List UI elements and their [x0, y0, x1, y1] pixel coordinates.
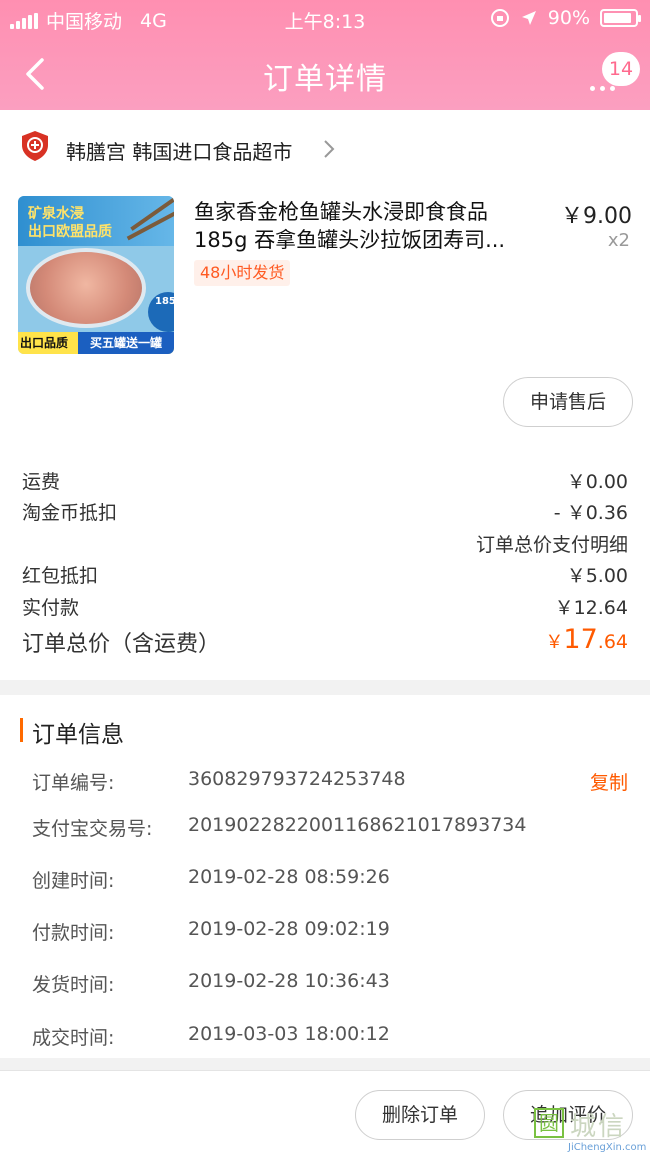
summary-label: 红包抵扣	[22, 565, 99, 587]
info-value: 2019022822001168621017893734	[188, 814, 527, 836]
nav-bar: 订单详情 14	[0, 38, 650, 110]
product-title-line1: 鱼家香金枪鱼罐头水浸即食食品	[194, 200, 488, 224]
info-key: 付款时间:	[32, 922, 115, 944]
status-bar: 中国移动 4G 上午8:13 90%	[0, 0, 650, 38]
image-weight: 185g	[155, 296, 174, 307]
delete-order-button[interactable]: 删除订单	[355, 1090, 485, 1140]
status-right: 90%	[490, 7, 641, 29]
total-currency: ￥	[545, 632, 564, 653]
location-icon	[521, 11, 536, 25]
shield-company-icon	[22, 131, 48, 161]
payment-detail-link[interactable]: 订单总价支付明细	[476, 530, 628, 557]
info-key: 成交时间:	[32, 1027, 115, 1049]
chevron-right-icon	[324, 140, 335, 158]
info-row-created: 创建时间: 2019-02-28 08:59:26	[32, 866, 632, 896]
rotation-lock-icon	[490, 9, 509, 27]
image-bottom-right: 买五罐送一罐	[78, 332, 174, 354]
after-sale-button[interactable]: 申请售后	[503, 377, 633, 427]
product-title[interactable]: 鱼家香金枪鱼罐头水浸即食食品 185g 吞拿鱼罐头沙拉饭团寿司...	[194, 198, 534, 254]
info-value: 2019-02-28 10:36:43	[188, 970, 390, 992]
info-key: 发货时间:	[32, 974, 115, 996]
summary-value: ￥5.00	[566, 565, 628, 587]
info-row-paid: 付款时间: 2019-02-28 09:02:19	[32, 918, 632, 948]
summary-label: 运费	[22, 471, 61, 493]
watermark-mark: 圆	[534, 1108, 564, 1138]
battery-icon	[600, 9, 641, 27]
info-row-order-number: 订单编号: 360829793724253748	[32, 768, 632, 798]
info-key: 创建时间:	[32, 870, 115, 892]
image-bottom-left: 出口品质	[20, 336, 69, 350]
summary-label: 实付款	[22, 597, 80, 619]
total-value: ￥17.64	[545, 624, 628, 655]
more-button[interactable]: 14	[582, 52, 640, 98]
shop-name: 韩膳宫 韩国进口食品超市	[66, 140, 293, 164]
product-image[interactable]: 矿泉水浸 出口欧盟品质 185g 出口品质 买五罐送一罐	[18, 196, 174, 354]
info-value: 2019-03-03 18:00:12	[188, 1023, 390, 1045]
more-dots-icon	[590, 86, 615, 91]
summary-row-redpacket: 红包抵扣 ￥5.00	[22, 561, 628, 591]
tuna-can-shape	[26, 248, 146, 328]
total-decimal: .64	[597, 631, 628, 653]
summary-value: ￥0.00	[566, 471, 628, 493]
product-quantity: x2	[607, 230, 630, 251]
notification-badge: 14	[602, 52, 640, 86]
order-total-row: 订单总价（含运费） ￥17.64	[22, 624, 628, 660]
watermark: 圆 城信 JiChengXin.com	[532, 1106, 650, 1156]
page-title: 订单详情	[263, 62, 387, 97]
info-row-alipay: 支付宝交易号: 2019022822001168621017893734	[32, 814, 632, 844]
product-price: ￥9.00	[561, 204, 632, 229]
summary-value: ￥12.64	[554, 597, 628, 619]
shipping-tag: 48小时发货	[194, 260, 291, 286]
battery-label: 90%	[547, 7, 590, 29]
info-key: 支付宝交易号:	[32, 818, 153, 840]
section-accent	[20, 718, 23, 742]
copy-button[interactable]: 复制	[590, 768, 628, 795]
info-row-completed: 成交时间: 2019-03-03 18:00:12	[32, 1023, 632, 1053]
info-row-shipped: 发货时间: 2019-02-28 10:36:43	[32, 970, 632, 1000]
info-value: 2019-02-28 09:02:19	[188, 918, 390, 940]
header: 中国移动 4G 上午8:13 90% 订单详情 14	[0, 0, 650, 110]
image-text-1: 矿泉水浸	[28, 206, 84, 222]
section-title: 订单信息	[32, 722, 124, 748]
summary-row-coins: 淘金币抵扣 - ￥0.36	[22, 498, 628, 528]
summary-label: 淘金币抵扣	[22, 502, 118, 524]
total-integer: 17	[563, 624, 598, 655]
watermark-url: JiChengXin.com	[568, 1142, 647, 1153]
watermark-text: 城信	[570, 1112, 627, 1142]
info-key: 订单编号:	[32, 772, 115, 794]
product-title-line2: 185g 吞拿鱼罐头沙拉饭团寿司...	[194, 228, 506, 252]
info-value: 2019-02-28 08:59:26	[188, 866, 390, 888]
summary-row-shipping: 运费 ￥0.00	[22, 467, 628, 497]
info-value: 360829793724253748	[188, 768, 406, 790]
image-text-2: 出口欧盟品质	[28, 224, 112, 240]
total-label: 订单总价（含运费）	[22, 632, 221, 657]
summary-row-detail[interactable]: 订单总价支付明细	[22, 530, 628, 560]
summary-value: - ￥0.36	[553, 502, 628, 524]
summary-row-paid: 实付款 ￥12.64	[22, 593, 628, 623]
battery-fill	[604, 13, 631, 23]
shop-row[interactable]: 韩膳宫 韩国进口食品超市	[0, 110, 650, 190]
